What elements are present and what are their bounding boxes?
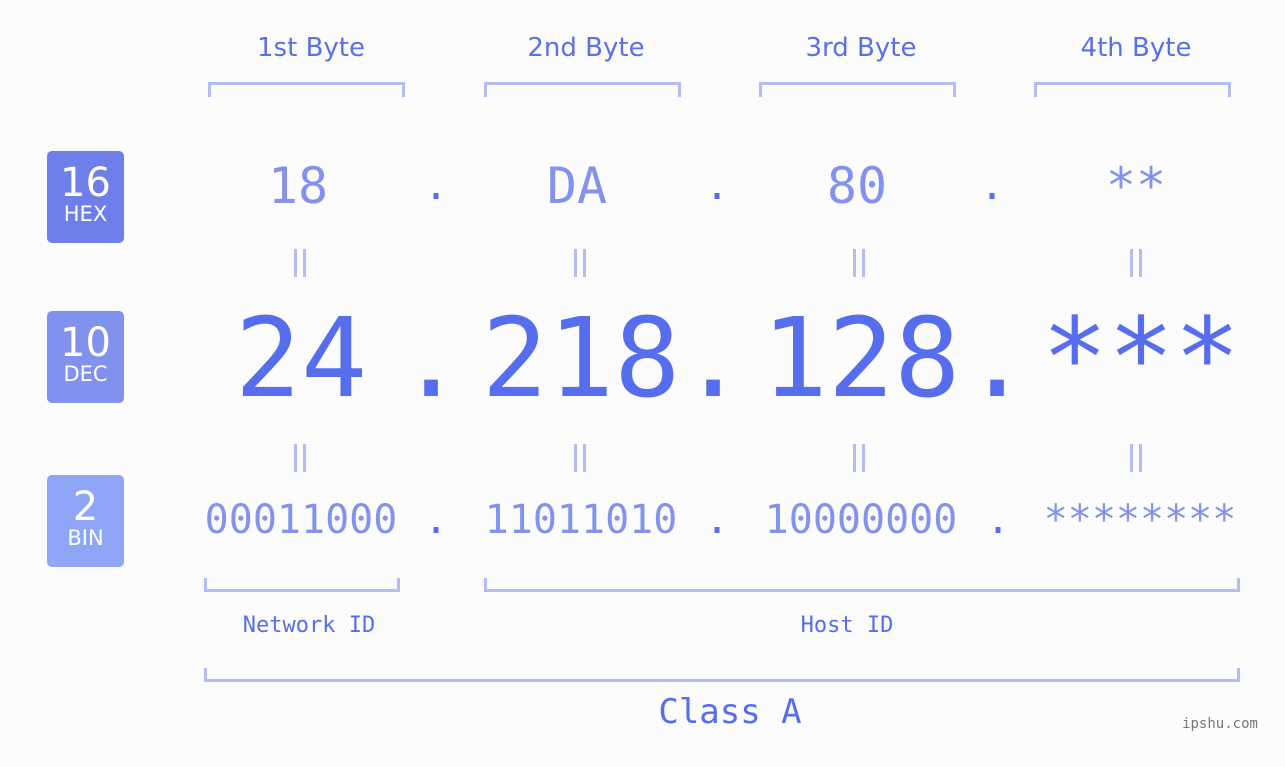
bin-value-3: 10000000 [764, 497, 958, 543]
equals-icon [560, 246, 600, 286]
network-id-bracket [204, 578, 400, 592]
dec-value-3: 128 [761, 294, 961, 422]
watermark: ipshu.com [1182, 716, 1258, 732]
hex-label: HEX [63, 202, 108, 226]
bin-separator-3: . [986, 497, 1011, 543]
class-label: Class A [658, 692, 802, 732]
dec-separator-3: . [964, 294, 1031, 422]
equals-icon [560, 441, 600, 481]
dec-separator-2: . [680, 294, 747, 422]
hex-value-3: 80 [826, 157, 888, 215]
bin-label: BIN [67, 526, 104, 550]
bin-value-4: ******** [1043, 497, 1237, 543]
byte-header-1: 1st Byte [257, 33, 365, 63]
byte-header-3: 3rd Byte [805, 33, 917, 63]
hex-badge: 16 HEX [47, 151, 124, 243]
bin-separator-2: . [705, 497, 730, 543]
equals-icon [839, 441, 879, 481]
dec-label: DEC [63, 362, 108, 386]
hex-separator-1: . [424, 163, 449, 209]
dec-value-1: 24 [234, 294, 368, 422]
byte-header-4: 4th Byte [1080, 33, 1192, 63]
equals-icon [1116, 441, 1156, 481]
host-id-bracket [484, 578, 1240, 592]
bin-value-1: 00011000 [204, 497, 398, 543]
byte-bracket-2 [484, 82, 681, 97]
byte-bracket-1 [208, 82, 405, 97]
hex-separator-3: . [980, 163, 1005, 209]
byte-bracket-3 [759, 82, 956, 97]
bin-value-2: 11011010 [484, 497, 678, 543]
hex-value-1: 18 [267, 157, 329, 215]
dec-value-4: *** [1041, 294, 1241, 422]
dec-value-2: 218 [481, 294, 681, 422]
hex-base: 16 [60, 160, 111, 206]
class-bracket [204, 668, 1240, 682]
host-id-label: Host ID [800, 613, 894, 638]
hex-separator-2: . [705, 163, 730, 209]
network-id-label: Network ID [242, 613, 376, 638]
byte-bracket-4 [1034, 82, 1231, 97]
equals-icon [280, 246, 320, 286]
hex-value-2: DA [546, 157, 608, 215]
equals-icon [280, 441, 320, 481]
byte-header-2: 2nd Byte [527, 33, 645, 63]
bin-badge: 2 BIN [47, 475, 124, 567]
bin-separator-1: . [424, 497, 449, 543]
equals-icon [1116, 246, 1156, 286]
bin-base: 2 [72, 484, 99, 530]
dec-base: 10 [60, 320, 111, 366]
dec-badge: 10 DEC [47, 311, 124, 403]
hex-value-4: ** [1105, 157, 1167, 215]
equals-icon [839, 246, 879, 286]
dec-separator-1: . [398, 294, 465, 422]
